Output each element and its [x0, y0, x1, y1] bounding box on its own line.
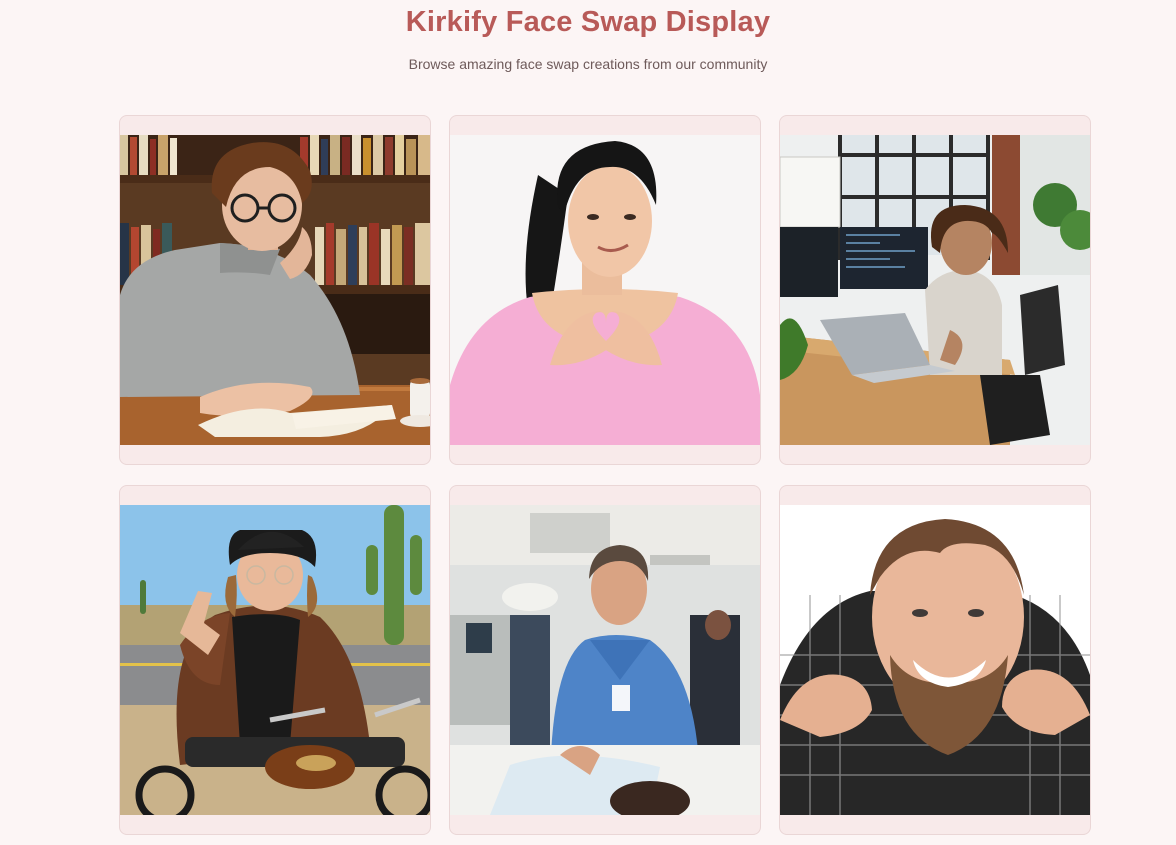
- page-subtitle: Browse amazing face swap creations from …: [408, 56, 768, 72]
- heart-hands-image: [450, 135, 760, 445]
- gallery-card-office-laptop[interactable]: [779, 115, 1091, 465]
- gallery-image[interactable]: [780, 135, 1090, 445]
- biker-desert-image: [120, 505, 430, 815]
- face-swap-gallery: [119, 115, 1091, 835]
- gallery-card-library-reader[interactable]: [119, 115, 431, 465]
- gallery-card-biker-desert[interactable]: [119, 485, 431, 835]
- gallery-card-hospital-nurse[interactable]: [449, 485, 761, 835]
- library-reader-image: [120, 135, 430, 445]
- gallery-image[interactable]: [120, 505, 430, 815]
- gallery-card-heart-hands[interactable]: [449, 115, 761, 465]
- gallery-image[interactable]: [450, 505, 760, 815]
- gallery-image[interactable]: [450, 135, 760, 445]
- office-laptop-image: [780, 135, 1090, 445]
- gallery-image[interactable]: [780, 505, 1090, 815]
- gallery-image[interactable]: [120, 135, 430, 445]
- page-title: Kirkify Face Swap Display: [405, 6, 771, 38]
- gallery-card-bearded-smile[interactable]: [779, 485, 1091, 835]
- bearded-smile-image: [780, 505, 1090, 815]
- hospital-nurse-image: [450, 505, 760, 815]
